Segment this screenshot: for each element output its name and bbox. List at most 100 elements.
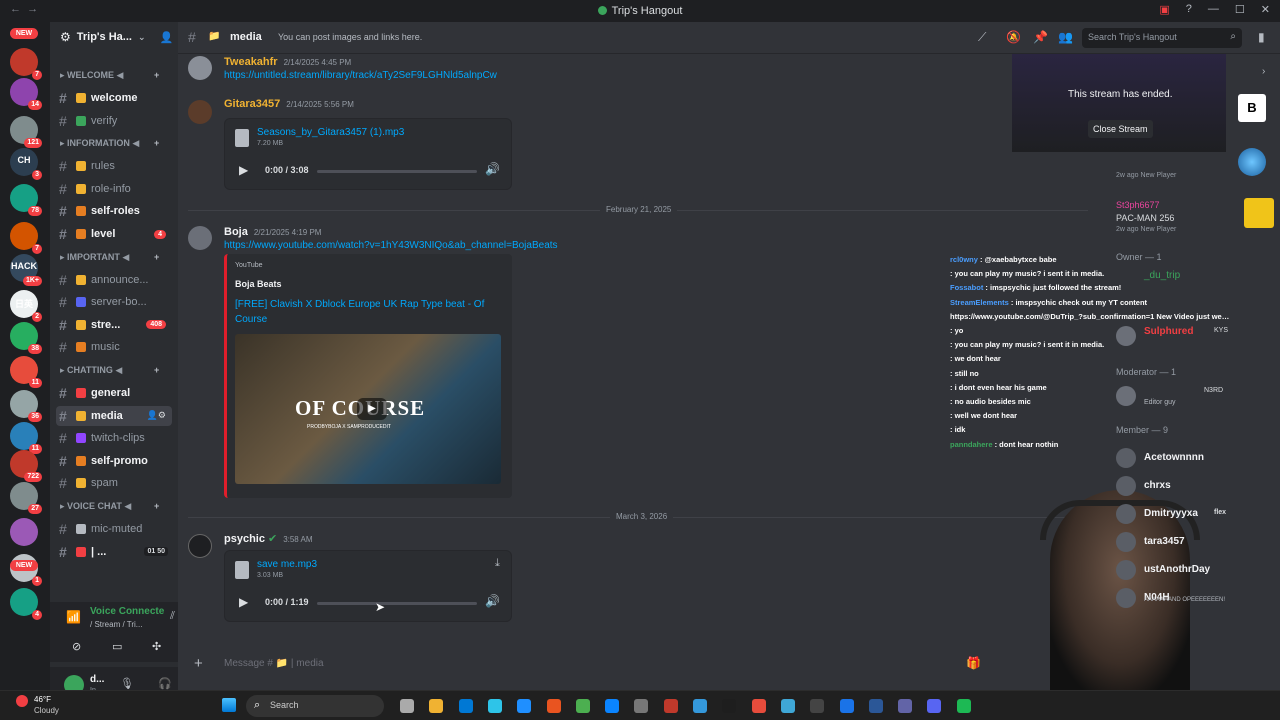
channel-twitch-clips[interactable]: # twitch-clips	[56, 428, 172, 448]
server-icon[interactable]: 11	[10, 422, 42, 454]
inbox-icon[interactable]: ▮	[1258, 30, 1265, 44]
search-input[interactable]: Search Trip's Hangout	[1088, 32, 1177, 42]
activities-icon[interactable]: ✣	[152, 640, 161, 653]
taskbar-app-icon[interactable]	[487, 699, 502, 713]
add-channel-icon[interactable]: +	[154, 252, 159, 262]
app-icon[interactable]	[1238, 148, 1266, 176]
taskbar-app-icon[interactable]	[458, 699, 473, 713]
taskbar-app-icon[interactable]	[400, 699, 414, 713]
taskbar-app-icon[interactable]	[810, 699, 825, 713]
taskbar-app-icon[interactable]	[575, 699, 590, 713]
pin-icon[interactable]: 📌	[1033, 30, 1048, 44]
channel-settings-icon[interactable]: 👤⚙	[147, 410, 166, 421]
taskbar-search[interactable]: ⌕ Search	[246, 695, 384, 717]
taskbar-app-icon[interactable]	[605, 699, 620, 713]
server-icon[interactable]: 121	[10, 116, 42, 148]
avatar[interactable]	[188, 534, 212, 558]
channel-mic-muted[interactable]: # mic-muted	[56, 519, 172, 539]
file-name[interactable]: save me.mp3	[257, 559, 317, 570]
taskbar-app-icon[interactable]	[868, 699, 883, 713]
add-channel-icon[interactable]: +	[154, 70, 159, 80]
channel-category[interactable]: ▸ CHATTING ◀ +	[60, 365, 159, 376]
add-channel-icon[interactable]: +	[154, 138, 159, 148]
message-link[interactable]: https://www.youtube.com/watch?v=1hY43W3N…	[224, 240, 558, 251]
server-icon[interactable]: 日英 2	[10, 290, 42, 322]
channel-stre[interactable]: # stre... 408	[56, 315, 172, 335]
channel-[interactable]: # | ... 01 50	[56, 542, 172, 562]
member-name[interactable]: Sulphured	[1144, 326, 1193, 337]
avatar[interactable]	[188, 100, 212, 124]
taskbar-app-icon[interactable]	[780, 699, 795, 713]
message-author[interactable]: Tweakahfr 2/14/2025 4:45 PM	[224, 56, 351, 68]
video-thumbnail[interactable]: OF COURSE PRODBYBOJA X SAMPRODUCEDIT ▶	[235, 334, 501, 484]
taskbar-app-icon[interactable]	[839, 699, 854, 713]
channel-server-bo[interactable]: # server-bo...	[56, 292, 172, 312]
volume-icon[interactable]: 🔊	[485, 594, 500, 608]
audio-progress-bar[interactable]	[317, 602, 477, 605]
taskbar-app-icon[interactable]	[634, 699, 649, 713]
screen-share-icon[interactable]: ▭	[112, 640, 122, 653]
avatar[interactable]	[188, 56, 212, 80]
taskbar-app-icon[interactable]	[517, 699, 532, 713]
taskbar-app-icon[interactable]	[927, 699, 942, 713]
server-icon[interactable]: 4	[10, 588, 42, 620]
gift-icon[interactable]: 🎁	[966, 656, 981, 670]
noise-suppression-icon[interactable]: ⫽	[170, 610, 175, 623]
channel-category[interactable]: ▸ INFORMATION ◀ +	[60, 138, 159, 149]
add-member-icon[interactable]: 👤	[160, 31, 174, 44]
channel-music[interactable]: # music	[56, 337, 172, 357]
channel-role-info[interactable]: # role-info	[56, 179, 172, 199]
mic-icon[interactable]: 🎙	[120, 677, 134, 690]
channel-self-promo[interactable]: # self-promo	[56, 451, 172, 471]
taskbar-app-icon[interactable]	[722, 699, 737, 713]
member-list-icon[interactable]: 👥	[1058, 30, 1073, 44]
audio-progress-bar[interactable]	[317, 170, 477, 173]
notifications-icon[interactable]: 🔕	[1006, 30, 1021, 44]
voice-channel-label[interactable]: / Stream / Tri...	[90, 620, 142, 629]
server-icon[interactable]: 7	[10, 48, 42, 80]
play-icon[interactable]: ▶	[357, 398, 387, 420]
taskbar-app-icon[interactable]	[429, 699, 444, 713]
volume-icon[interactable]: 🔊	[485, 162, 500, 176]
avatar[interactable]	[1116, 326, 1136, 346]
play-icon[interactable]: ▶	[239, 163, 248, 177]
channel-category[interactable]: ▸ IMPORTANT ◀ +	[60, 252, 159, 263]
message-author[interactable]: Boja 2/21/2025 4:19 PM	[224, 226, 321, 238]
channel-category[interactable]: ▸ WELCOME ◀ +	[60, 70, 159, 81]
app-icon[interactable]: B	[1238, 94, 1266, 122]
start-button-icon[interactable]	[222, 698, 236, 712]
channel-announce[interactable]: # announce...	[56, 270, 172, 290]
embed-title[interactable]: [FREE] Clavish X Dblock Europe UK Rap Ty…	[235, 297, 500, 327]
taskbar-app-icon[interactable]	[751, 699, 766, 713]
search-box[interactable]: Search Trip's Hangout ⌕	[1082, 28, 1242, 48]
member-activity[interactable]: 2w ago New Player	[1116, 172, 1176, 179]
channel-welcome[interactable]: # welcome	[56, 88, 172, 108]
server-icon[interactable]: 14	[10, 78, 42, 110]
channel-verify[interactable]: # verify	[56, 111, 172, 131]
server-icon[interactable]: 7	[10, 222, 42, 254]
add-attachment-icon[interactable]: +	[194, 655, 203, 672]
message-input[interactable]: Message # 📁 | media	[224, 658, 324, 669]
server-icon[interactable]: CH 3	[10, 148, 42, 180]
server-icon[interactable]: 36	[10, 390, 42, 422]
camera-off-icon[interactable]: ⊘	[72, 640, 81, 653]
message-composer[interactable]: + Message # 📁 | media	[184, 650, 984, 680]
inbox-icon[interactable]: ▣	[1159, 3, 1169, 16]
threads-icon[interactable]: ⟋	[978, 30, 986, 45]
taskbar-app-icon[interactable]	[546, 699, 561, 713]
channel-general[interactable]: # general	[56, 383, 172, 403]
close-button[interactable]: ✕	[1261, 3, 1270, 16]
new-badge[interactable]: NEW	[10, 560, 38, 574]
channel-level[interactable]: # level 4	[56, 224, 172, 244]
add-channel-icon[interactable]: +	[154, 365, 159, 375]
avatar[interactable]	[1116, 386, 1136, 406]
headphones-icon[interactable]: 🎧	[158, 677, 172, 690]
taskbar-app-icon[interactable]	[898, 699, 913, 713]
member-item[interactable]: St3ph6677 PAC-MAN 256 2w ago New Player	[1116, 198, 1276, 238]
channel-spam[interactable]: # spam	[56, 473, 172, 493]
embed-author[interactable]: Boja Beats	[235, 279, 282, 289]
message-author[interactable]: Gitara3457 2/14/2025 5:56 PM	[224, 98, 354, 110]
message-author[interactable]: psychic ✔ 3:58 AM	[224, 532, 313, 545]
server-icon[interactable]: HACK 1K+	[10, 254, 42, 286]
add-channel-icon[interactable]: +	[154, 501, 159, 511]
